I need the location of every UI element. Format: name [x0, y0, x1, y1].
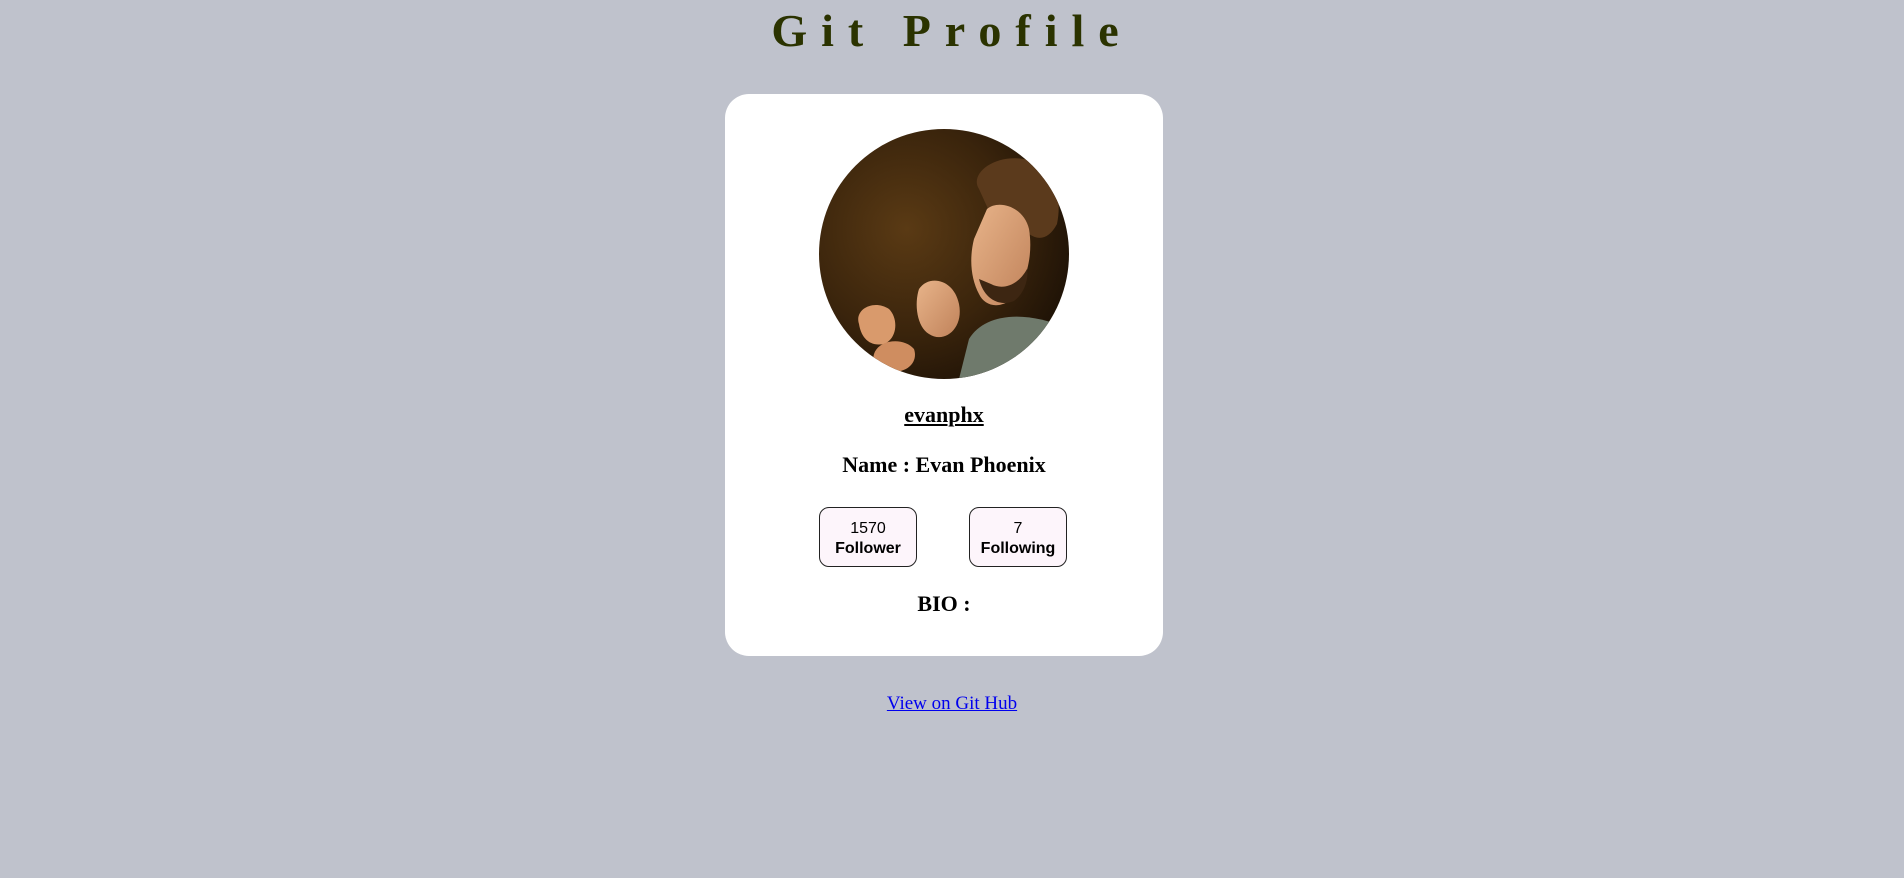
profile-card: evanphx Name : Evan Phoenix 1570 Followe…: [725, 94, 1163, 656]
view-on-github-link[interactable]: View on Git Hub: [887, 693, 1017, 714]
followers-count: 1570: [850, 520, 886, 537]
bio-label: BIO :: [917, 591, 971, 616]
page-title: Git Profile: [771, 5, 1133, 56]
following-label: Following: [980, 540, 1056, 557]
followers-label: Follower: [835, 540, 901, 557]
profile-photo: [819, 129, 1069, 379]
avatar: [819, 129, 1069, 379]
followers-stat: 1570 Follower: [819, 507, 917, 567]
following-count: 7: [1013, 520, 1023, 537]
following-stat: 7 Following: [969, 507, 1067, 567]
username-link[interactable]: evanphx: [725, 402, 1163, 428]
github-link-container: View on Git Hub: [0, 693, 1904, 715]
full-name: Name : Evan Phoenix: [842, 452, 1046, 477]
